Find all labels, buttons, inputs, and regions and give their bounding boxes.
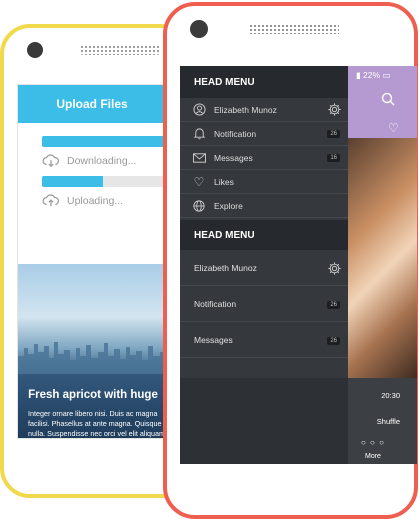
cloud-upload-icon bbox=[42, 194, 60, 207]
camera-icon bbox=[190, 20, 208, 38]
battery-status: ▮ 22% ▭ bbox=[356, 70, 391, 80]
menu-item-notification[interactable]: Notification 26 bbox=[180, 122, 348, 146]
envelope-icon bbox=[192, 151, 206, 165]
upload-row: Uploading... bbox=[42, 194, 166, 208]
navigation-drawer: HEAD MENU Elizabeth Munoz Notification 2… bbox=[180, 66, 348, 464]
cloud-download-icon bbox=[42, 154, 60, 168]
gear-icon[interactable] bbox=[327, 102, 342, 117]
count-badge: 26 bbox=[327, 337, 340, 345]
download-label: Downloading... bbox=[67, 155, 137, 167]
upload-progress-fill bbox=[42, 176, 104, 187]
head-menu-title: HEAD MENU bbox=[180, 220, 348, 250]
menu-item-label: Notification bbox=[194, 298, 237, 309]
menu-item-profile[interactable]: Elizabeth Munoz bbox=[180, 250, 348, 286]
menu-item-label: Elizabeth Munoz bbox=[214, 104, 277, 115]
skyline-graphic bbox=[18, 342, 166, 374]
menu-item-label: Messages bbox=[194, 334, 233, 345]
count-badge: 26 bbox=[327, 301, 340, 309]
promo-title: Fresh apricot with huge bbox=[28, 389, 158, 401]
menu-item-notification[interactable]: Notification 26 bbox=[180, 286, 348, 322]
speaker-grille bbox=[80, 45, 160, 55]
menu-item-label: Explore bbox=[214, 200, 243, 211]
menu-screen: ▮ 22% ▭ ♡ 20:30 Shuffle ○ ○ ○ More HEAD … bbox=[180, 66, 417, 464]
menu-item-explore[interactable]: Explore bbox=[180, 194, 348, 218]
head-menu-title: HEAD MENU bbox=[180, 66, 348, 98]
heart-icon[interactable]: ♡ bbox=[388, 121, 399, 135]
menu-item-messages[interactable]: Messages 26 bbox=[180, 322, 348, 358]
camera-icon bbox=[27, 42, 43, 58]
download-row: Downloading... bbox=[42, 154, 166, 168]
menu-item-messages[interactable]: Messages 16 bbox=[180, 146, 348, 170]
player-time: 20:30 bbox=[381, 391, 400, 400]
gear-icon[interactable] bbox=[327, 261, 342, 276]
globe-icon bbox=[192, 199, 206, 213]
download-progress-fill bbox=[42, 136, 166, 147]
download-block: Downloading... bbox=[18, 123, 166, 168]
upload-label: Uploading... bbox=[67, 195, 124, 207]
more-label[interactable]: More bbox=[365, 453, 381, 460]
bell-icon bbox=[192, 127, 206, 141]
battery-percent: 22% bbox=[363, 70, 381, 80]
city-image: Fresh apricot with huge Integer ornare l… bbox=[18, 264, 166, 438]
menu-item-label: Likes bbox=[214, 176, 234, 187]
background-photo bbox=[348, 138, 417, 378]
front-phone-frame: ▮ 22% ▭ ♡ 20:30 Shuffle ○ ○ ○ More HEAD … bbox=[163, 2, 418, 519]
user-icon bbox=[192, 103, 206, 117]
search-icon[interactable] bbox=[381, 92, 395, 106]
menu-item-profile[interactable]: Elizabeth Munoz bbox=[180, 98, 348, 122]
upload-screen: Upload Files Downloading... Uploading...… bbox=[17, 84, 167, 439]
promo-body: Integer ornare libero nisi. Duis ac magn… bbox=[28, 409, 166, 438]
more-dots-icon[interactable]: ○ ○ ○ bbox=[361, 438, 385, 447]
download-progress-bar bbox=[42, 136, 166, 147]
count-badge: 26 bbox=[327, 130, 340, 138]
drawer-footer bbox=[180, 378, 348, 464]
menu-item-likes[interactable]: ♡ Likes bbox=[180, 170, 348, 194]
upload-progress-bar bbox=[42, 176, 166, 187]
heart-icon: ♡ bbox=[193, 174, 205, 189]
speaker-grille bbox=[249, 24, 339, 34]
upload-block: Uploading... bbox=[18, 168, 166, 208]
count-badge: 16 bbox=[327, 154, 340, 162]
shuffle-label[interactable]: Shuffle bbox=[362, 417, 400, 426]
upload-header: Upload Files bbox=[18, 85, 166, 123]
menu-item-label: Messages bbox=[214, 152, 253, 163]
menu-item-label: Elizabeth Munoz bbox=[194, 262, 257, 273]
menu-item-label: Notification bbox=[214, 128, 257, 139]
